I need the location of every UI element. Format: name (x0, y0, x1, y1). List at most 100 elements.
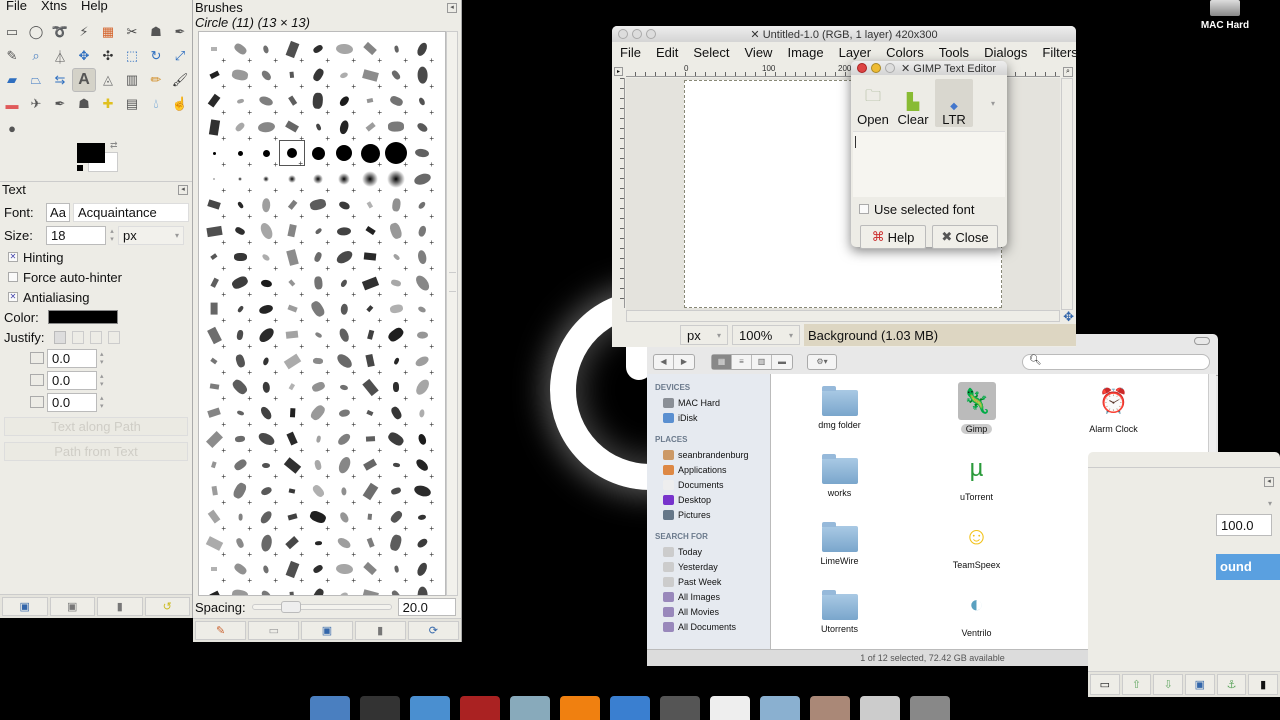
tool-color-picker[interactable]: ✎ (0, 44, 24, 68)
tool-eraser[interactable]: ▬ (0, 92, 24, 116)
brush-item[interactable] (357, 400, 383, 429)
vertical-ruler[interactable] (614, 78, 625, 308)
sidebar-item-yesterday[interactable]: Yesterday (647, 559, 770, 574)
refresh-brushes-button[interactable]: ⟳ (407, 621, 460, 640)
brush-item[interactable] (383, 140, 409, 169)
finder-item-ventrilo[interactable]: ◐ Ventrilo (908, 582, 1045, 650)
brush-item[interactable] (305, 400, 331, 429)
brush-item[interactable] (357, 88, 383, 117)
tool-ink[interactable]: ✒ (48, 92, 72, 116)
justify-center-button[interactable] (90, 330, 102, 344)
finder-item-alarm-clock[interactable]: ⏰ Alarm Clock (1045, 378, 1182, 446)
brush-item[interactable] (279, 478, 305, 507)
brush-item[interactable] (357, 530, 383, 559)
dock-item-downloads[interactable] (760, 696, 800, 720)
brush-item[interactable] (331, 556, 357, 585)
brush-item[interactable] (305, 140, 331, 169)
brush-item[interactable] (331, 530, 357, 559)
brush-item[interactable] (201, 192, 227, 221)
brush-item[interactable] (201, 426, 227, 455)
brush-item[interactable] (305, 114, 331, 143)
tool-fuzzy-select[interactable]: ⚡︎ (72, 20, 96, 44)
brush-item[interactable] (383, 88, 409, 117)
menu-layer[interactable]: Layer (839, 45, 872, 60)
brush-item[interactable] (227, 192, 253, 221)
brush-item[interactable] (201, 400, 227, 429)
brush-item[interactable] (253, 218, 279, 247)
brush-item[interactable] (253, 166, 279, 195)
brush-item[interactable] (201, 140, 227, 169)
brush-item[interactable] (279, 426, 305, 455)
horizontal-scrollbar[interactable] (626, 310, 1060, 322)
brush-item[interactable] (279, 218, 305, 247)
brush-item[interactable] (253, 400, 279, 429)
scroll-thumb[interactable] (449, 272, 456, 292)
brush-item[interactable] (279, 374, 305, 403)
dock-item-itunes[interactable] (510, 696, 550, 720)
dock-item-finder[interactable] (310, 696, 350, 720)
brush-item[interactable] (253, 88, 279, 117)
restore-options-button[interactable]: ▣ (49, 597, 95, 616)
brush-item[interactable] (357, 452, 383, 481)
brush-item[interactable] (227, 478, 253, 507)
edit-brush-button[interactable]: ✎ (195, 621, 247, 640)
tool-shear[interactable]: ▰ (0, 68, 24, 92)
text-color-button[interactable] (48, 310, 118, 324)
brush-item[interactable] (227, 504, 253, 533)
text-input-area[interactable] (853, 131, 1005, 197)
menu-help[interactable]: Help (81, 0, 108, 14)
brush-item[interactable] (357, 192, 383, 221)
brush-item[interactable] (331, 114, 357, 143)
tab-menu-icon[interactable]: ◂ (447, 3, 457, 13)
zoom-toggle-icon[interactable]: ⌕ (1063, 67, 1073, 77)
brush-item[interactable] (383, 270, 409, 299)
brush-item[interactable] (383, 478, 409, 507)
menu-edit[interactable]: Edit (656, 45, 678, 60)
brush-item[interactable] (357, 296, 383, 325)
tool-rotate[interactable]: ↻ (144, 44, 168, 68)
brush-item[interactable] (331, 504, 357, 533)
brush-item[interactable] (357, 270, 383, 299)
menu-arrow-button[interactable]: ▸ (614, 67, 623, 76)
brush-item[interactable] (305, 218, 331, 247)
brush-item[interactable] (305, 556, 331, 585)
brush-item[interactable] (357, 140, 383, 169)
brush-item[interactable] (227, 114, 253, 143)
brush-item[interactable] (279, 582, 305, 595)
brush-item[interactable] (331, 296, 357, 325)
back-button[interactable]: ◀ (654, 354, 674, 369)
brush-item[interactable] (227, 296, 253, 325)
autohint-checkbox[interactable]: Force auto-hinter (0, 267, 192, 287)
brush-item[interactable] (357, 62, 383, 91)
tool-smudge[interactable]: ☝ (168, 92, 192, 116)
sidebar-item-desktop[interactable]: Desktop (647, 492, 770, 507)
sidebar-item-mac-hard[interactable]: MAC Hard (647, 395, 770, 410)
brush-item[interactable] (383, 322, 409, 351)
brush-item[interactable] (253, 322, 279, 351)
spacing-slider[interactable] (251, 601, 392, 613)
brush-item[interactable] (357, 166, 383, 195)
brush-scrollbar[interactable] (446, 31, 458, 596)
tool-scale[interactable]: ⤢ (168, 44, 192, 68)
brush-item[interactable] (253, 270, 279, 299)
brush-item[interactable] (331, 166, 357, 195)
tool-rect-select[interactable]: ▭ (0, 20, 24, 44)
action-menu-button[interactable]: ⚙▾ (807, 353, 837, 370)
brush-item[interactable] (383, 426, 409, 455)
menu-select[interactable]: Select (693, 45, 729, 60)
brush-item[interactable] (357, 114, 383, 143)
brush-item[interactable] (409, 452, 435, 481)
new-brush-button[interactable]: ▭ (248, 621, 300, 640)
brush-item[interactable] (383, 166, 409, 195)
brush-item[interactable] (279, 114, 305, 143)
brush-item[interactable] (253, 114, 279, 143)
menu-file[interactable]: File (6, 0, 27, 14)
text-along-path-button[interactable]: Text along Path (4, 417, 188, 436)
brush-item[interactable] (279, 452, 305, 481)
brush-item[interactable] (279, 244, 305, 273)
menu-image[interactable]: Image (787, 45, 823, 60)
forward-button[interactable]: ▶ (674, 355, 694, 369)
duplicate-brush-button[interactable]: ▣ (301, 621, 353, 640)
tool-perspective[interactable]: ⏢ (24, 68, 48, 92)
tool-flip[interactable]: ⇆ (48, 68, 72, 92)
